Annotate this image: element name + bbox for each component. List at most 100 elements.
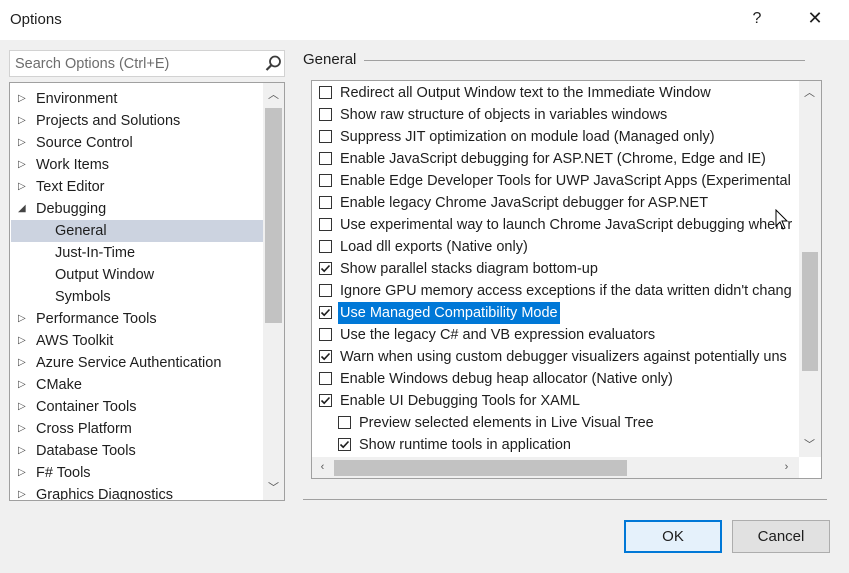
- help-button[interactable]: ?: [750, 10, 764, 28]
- checkbox-unchecked[interactable]: [319, 328, 332, 341]
- option-label: Suppress JIT optimization on module load…: [340, 129, 715, 145]
- section-title: General: [303, 51, 357, 68]
- checkbox-unchecked[interactable]: [319, 218, 332, 231]
- title-bar: Options ? ✕: [0, 0, 849, 40]
- tree-item[interactable]: ▷ Container Tools: [11, 396, 263, 418]
- tree-item-label: Text Editor: [36, 179, 105, 195]
- tree-item[interactable]: ▷ Cross Platform: [11, 418, 263, 440]
- tree-item[interactable]: ▷ Text Editor: [11, 176, 263, 198]
- collapsed-arrow-icon[interactable]: ▷: [18, 352, 26, 374]
- general-options-panel: Redirect all Output Window text to the I…: [311, 80, 822, 479]
- scroll-down-icon[interactable]: ﹀: [265, 480, 282, 497]
- checkbox-checked[interactable]: [319, 306, 332, 319]
- checkbox-unchecked[interactable]: [319, 174, 332, 187]
- collapsed-arrow-icon[interactable]: ▷: [18, 374, 26, 396]
- collapsed-arrow-icon[interactable]: ▷: [18, 132, 26, 154]
- tree-item-label: CMake: [36, 377, 82, 393]
- tree-item[interactable]: ▷ Database Tools: [11, 440, 263, 462]
- scroll-left-icon[interactable]: ‹: [314, 459, 331, 476]
- checkbox-checked[interactable]: [338, 438, 351, 451]
- option-label: Use experimental way to launch Chrome Ja…: [340, 217, 793, 233]
- tree-item[interactable]: ▷ CMake: [11, 374, 263, 396]
- tree-item-label: Graphics Diagnostics: [36, 487, 173, 501]
- tree-item-label: Environment: [36, 91, 118, 107]
- tree-item[interactable]: ▷ Source Control: [11, 132, 263, 154]
- expanded-arrow-icon[interactable]: ◢: [18, 198, 26, 220]
- collapsed-arrow-icon[interactable]: ▷: [18, 308, 26, 330]
- checkbox-unchecked[interactable]: [319, 240, 332, 253]
- tree-item[interactable]: ▷ Work Items: [11, 154, 263, 176]
- collapsed-arrow-icon[interactable]: ▷: [18, 154, 26, 176]
- checkbox-checked[interactable]: [319, 262, 332, 275]
- tree-item[interactable]: ▷ F# Tools: [11, 462, 263, 484]
- section-divider: [364, 60, 805, 61]
- scroll-down-icon[interactable]: ﹀: [801, 437, 818, 454]
- search-input[interactable]: [15, 54, 255, 73]
- tree-item-label: Just-In-Time: [55, 245, 136, 261]
- button-separator: [303, 499, 827, 500]
- tree-item[interactable]: Symbols: [11, 286, 263, 308]
- tree-item-label: Container Tools: [36, 399, 137, 415]
- checkbox-unchecked[interactable]: [319, 86, 332, 99]
- search-icon[interactable]: [265, 55, 282, 72]
- tree-item-label: Symbols: [55, 289, 111, 305]
- options-hscrollbar[interactable]: ‹ ›: [312, 457, 799, 478]
- option-label: Show raw structure of objects in variabl…: [340, 107, 668, 123]
- tree-item-label: Work Items: [36, 157, 110, 173]
- collapsed-arrow-icon[interactable]: ▷: [18, 176, 26, 198]
- scroll-up-icon[interactable]: ︿: [801, 85, 818, 102]
- options-tree: ▷ Environment ▷ Projects and Solutions ▷ Sour…: [9, 82, 285, 501]
- options-scrollbar[interactable]: ︿ ﹀: [799, 81, 821, 457]
- tree-scrollbar[interactable]: ︿ ﹀: [263, 83, 284, 500]
- option-label: Redirect all Output Window text to the I…: [340, 85, 711, 101]
- tree-item[interactable]: ▷ Performance Tools: [11, 308, 263, 330]
- checkbox-unchecked[interactable]: [319, 152, 332, 165]
- collapsed-arrow-icon[interactable]: ▷: [18, 330, 26, 352]
- tree-scroll-thumb[interactable]: [265, 108, 282, 323]
- collapsed-arrow-icon[interactable]: ▷: [18, 440, 26, 462]
- collapsed-arrow-icon[interactable]: ▷: [18, 88, 26, 110]
- cancel-button[interactable]: Cancel: [732, 520, 830, 553]
- option-label: Enable JavaScript debugging for ASP.NET …: [340, 151, 766, 167]
- tree-item[interactable]: ▷ Environment: [11, 88, 263, 110]
- collapsed-arrow-icon[interactable]: ▷: [18, 462, 26, 484]
- tree-item[interactable]: ▷ Graphics Diagnostics: [11, 484, 263, 501]
- scroll-up-icon[interactable]: ︿: [265, 87, 282, 104]
- tree-item-label: Azure Service Authentication: [36, 355, 222, 371]
- checkbox-checked[interactable]: [319, 350, 332, 363]
- close-button[interactable]: ✕: [804, 8, 826, 29]
- option-label: Ignore GPU memory access exceptions if t…: [340, 283, 792, 299]
- tree-item[interactable]: Output Window: [11, 264, 263, 286]
- scroll-right-icon[interactable]: ›: [778, 459, 795, 476]
- checkbox-unchecked[interactable]: [319, 284, 332, 297]
- tree-item-label: Projects and Solutions: [36, 113, 181, 129]
- option-label: Warn when using custom debugger visualiz…: [340, 349, 787, 365]
- checkbox-unchecked[interactable]: [319, 130, 332, 143]
- options-scroll-thumb[interactable]: [802, 252, 818, 371]
- tree-item[interactable]: ▷ Projects and Solutions: [11, 110, 263, 132]
- checkmark-icon: [320, 352, 331, 361]
- collapsed-arrow-icon[interactable]: ▷: [18, 418, 26, 440]
- tree-item[interactable]: ▷ AWS Toolkit: [11, 330, 263, 352]
- tree-item-label: Source Control: [36, 135, 133, 151]
- checkmark-icon: [320, 264, 331, 273]
- ok-button[interactable]: OK: [624, 520, 722, 553]
- collapsed-arrow-icon[interactable]: ▷: [18, 396, 26, 418]
- collapsed-arrow-icon[interactable]: ▷: [18, 484, 26, 500]
- checkbox-unchecked[interactable]: [338, 416, 351, 429]
- collapsed-arrow-icon[interactable]: ▷: [18, 110, 26, 132]
- tree-item[interactable]: General: [11, 220, 263, 242]
- tree-item-label: F# Tools: [36, 465, 91, 481]
- checkbox-unchecked[interactable]: [319, 196, 332, 209]
- checkmark-icon: [320, 396, 331, 405]
- tree-item[interactable]: ◢ Debugging: [11, 198, 263, 220]
- tree-item[interactable]: ▷ Azure Service Authentication: [11, 352, 263, 374]
- checkbox-checked[interactable]: [319, 394, 332, 407]
- option-label: Use the legacy C# and VB expression eval…: [340, 327, 656, 343]
- checkbox-unchecked[interactable]: [319, 372, 332, 385]
- search-box: [9, 50, 285, 77]
- options-hscroll-thumb[interactable]: [334, 460, 627, 476]
- checkbox-unchecked[interactable]: [319, 108, 332, 121]
- mouse-cursor-icon: [775, 209, 789, 230]
- tree-item[interactable]: Just-In-Time: [11, 242, 263, 264]
